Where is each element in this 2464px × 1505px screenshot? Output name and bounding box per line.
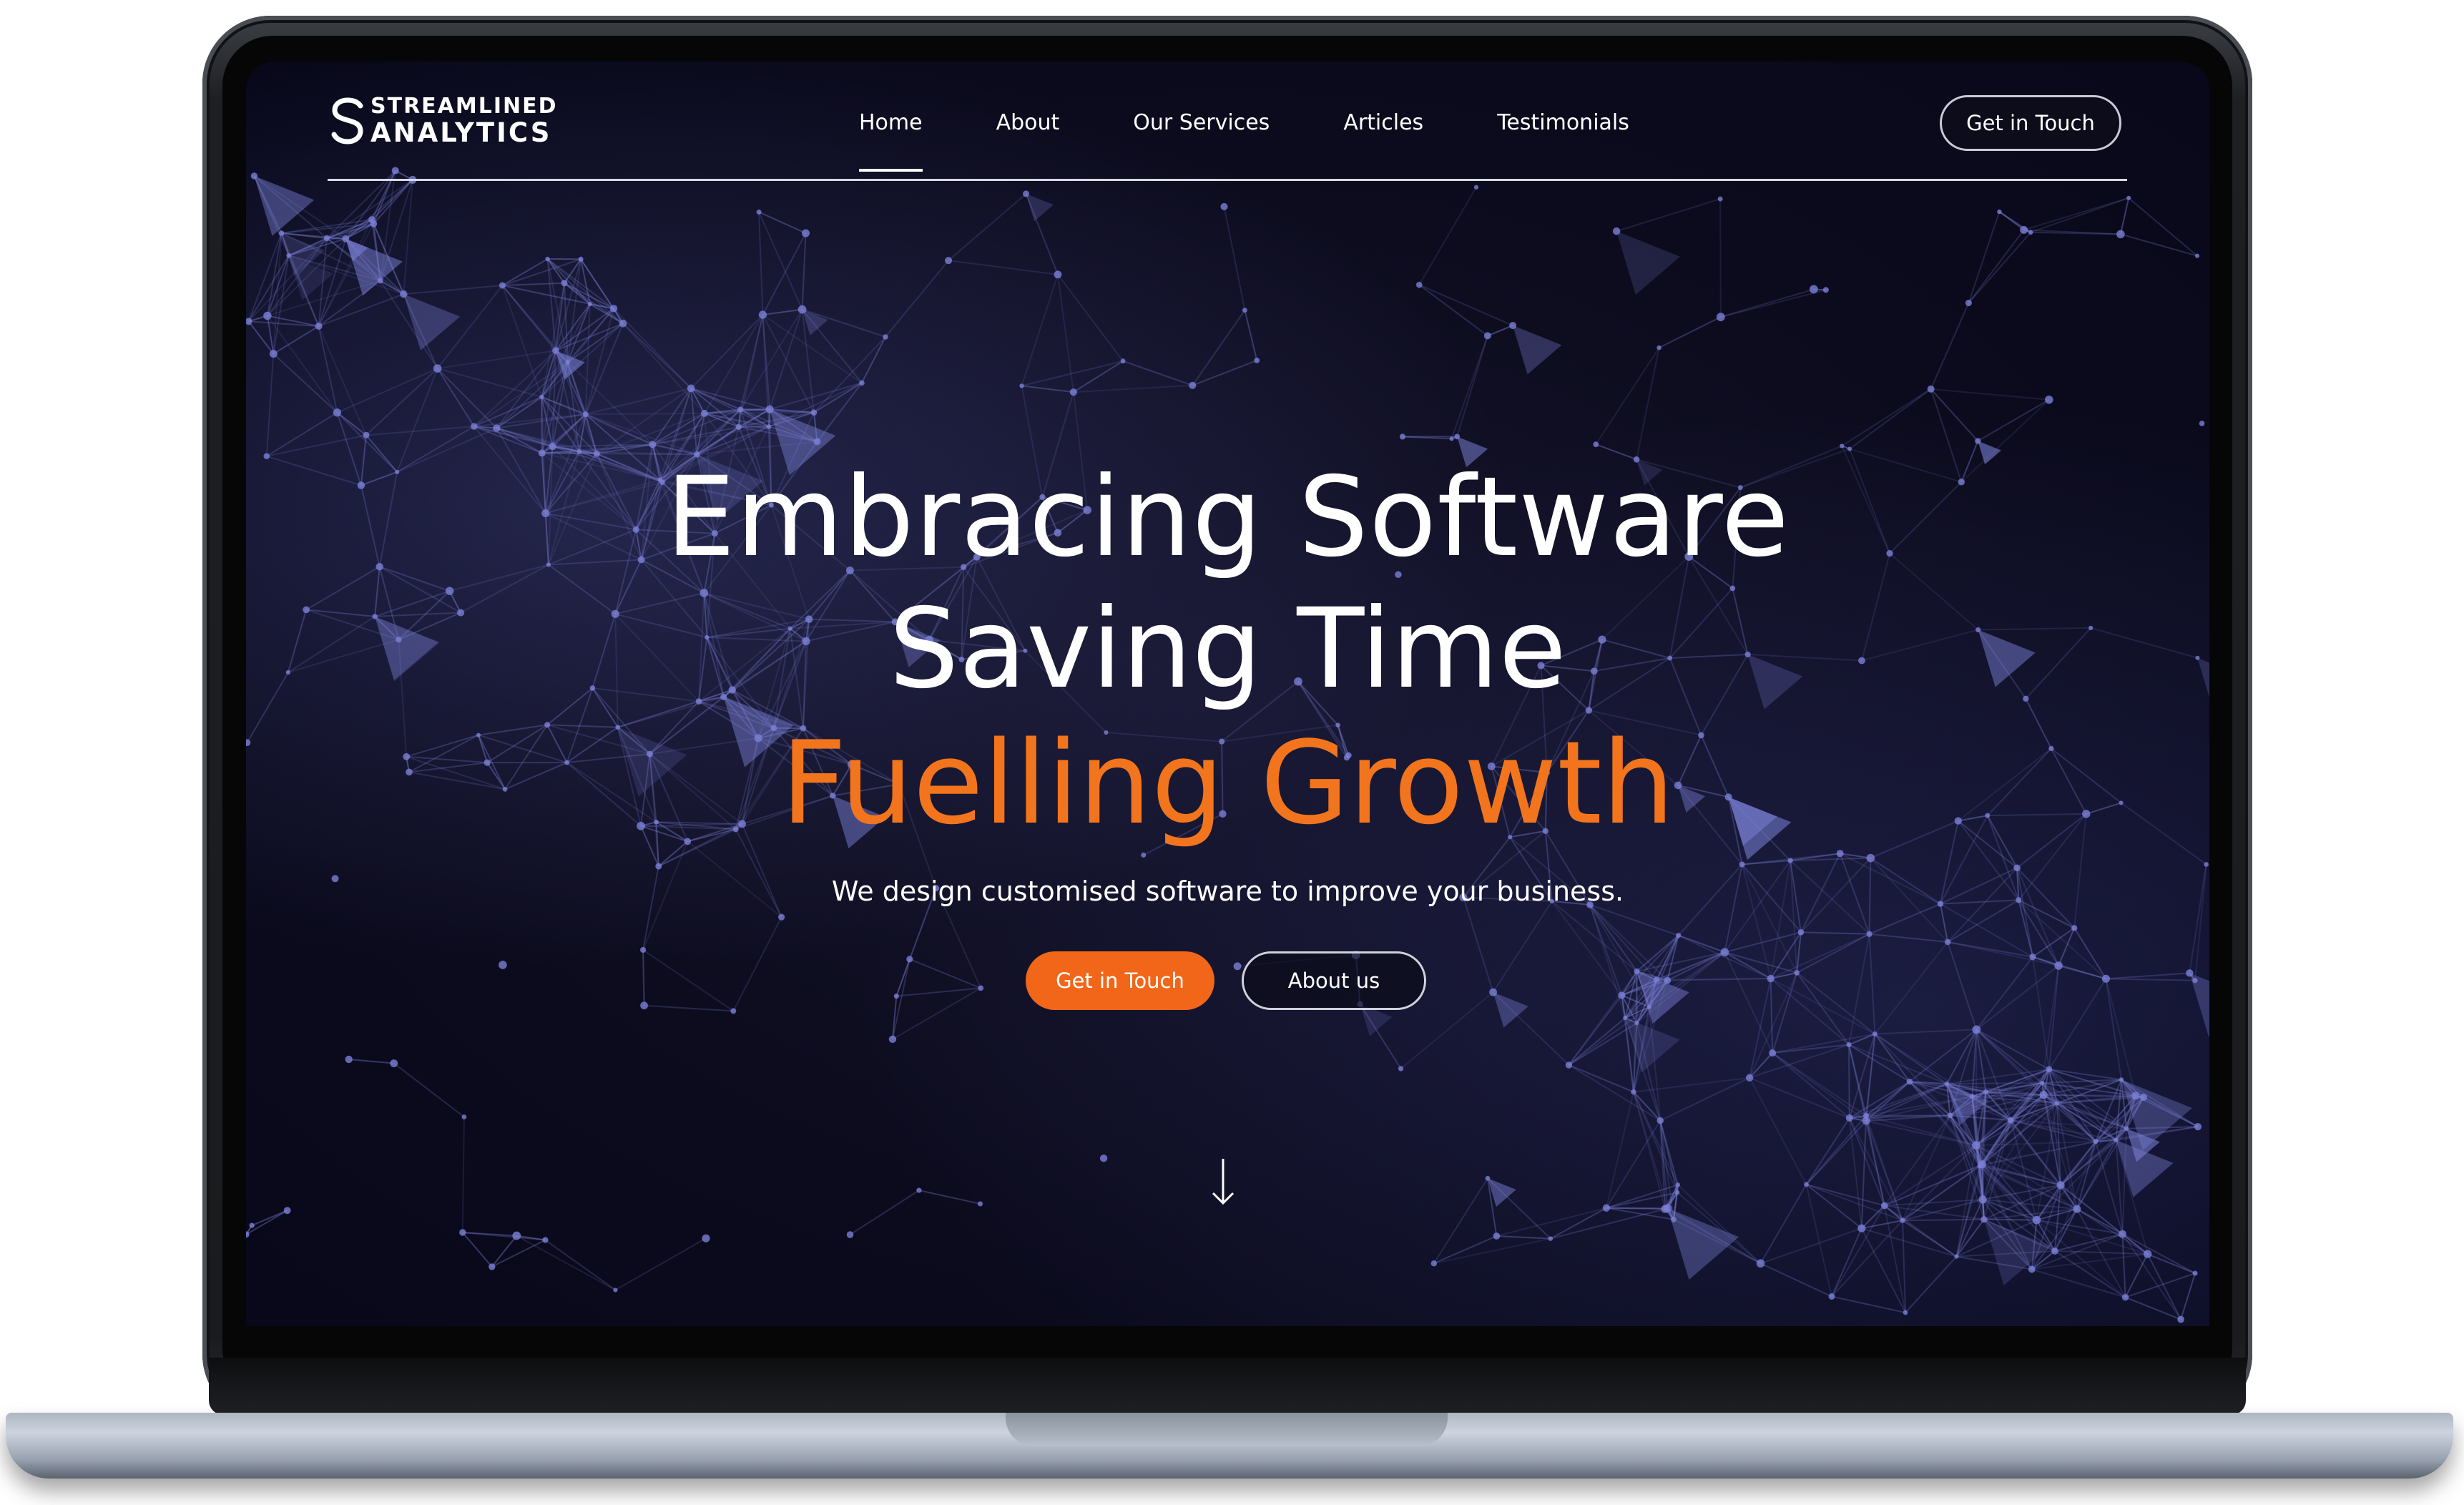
logo-line-2: ANALYTICS [370,117,552,148]
laptop-opening-notch [1006,1413,1448,1446]
nav-our-services[interactable]: Our Services [1133,110,1270,135]
laptop-mockup: STREAMLINED ANALYTICS Home About Our Ser… [0,0,2464,1505]
hero-about-us-button[interactable]: About us [1242,951,1426,1010]
header-divider [328,179,2127,181]
hero-title-line-1: Embracing Software [665,454,1790,582]
nav-about[interactable]: About [996,110,1060,135]
logo-mark-icon [331,97,363,144]
laptop-chin [209,1358,2246,1415]
hero-title-line-3: Fuelling Growth [780,716,1675,850]
main-nav: Home About Our Services Articles Testimo… [859,110,1629,172]
hero-title-line-2: Saving Time [888,585,1567,713]
site-header: STREAMLINED ANALYTICS Home About Our Ser… [246,62,2209,182]
logo[interactable]: STREAMLINED ANALYTICS [329,96,558,146]
arrow-down-icon[interactable] [1209,1156,1237,1207]
website-screen: STREAMLINED ANALYTICS Home About Our Ser… [246,62,2209,1326]
nav-our-services-label: Our Services [1133,110,1270,135]
nav-home-label: Home [859,110,923,135]
nav-articles[interactable]: Articles [1343,110,1423,135]
hero-get-in-touch-button[interactable]: Get in Touch [1026,951,1214,1010]
nav-testimonials[interactable]: Testimonials [1497,110,1629,135]
nav-about-label: About [996,110,1060,135]
logo-line-1: STREAMLINED [370,94,558,119]
nav-testimonials-label: Testimonials [1497,110,1629,135]
nav-home[interactable]: Home [859,110,923,172]
logo-text: STREAMLINED ANALYTICS [370,94,558,148]
header-get-in-touch-button[interactable]: Get in Touch [1940,95,2121,151]
nav-articles-label: Articles [1343,110,1424,135]
hero-actions: Get in Touch About us [1026,951,1426,1010]
nav-active-underline [859,169,923,172]
hero-subtitle: We design customised software to improve… [831,876,1624,907]
